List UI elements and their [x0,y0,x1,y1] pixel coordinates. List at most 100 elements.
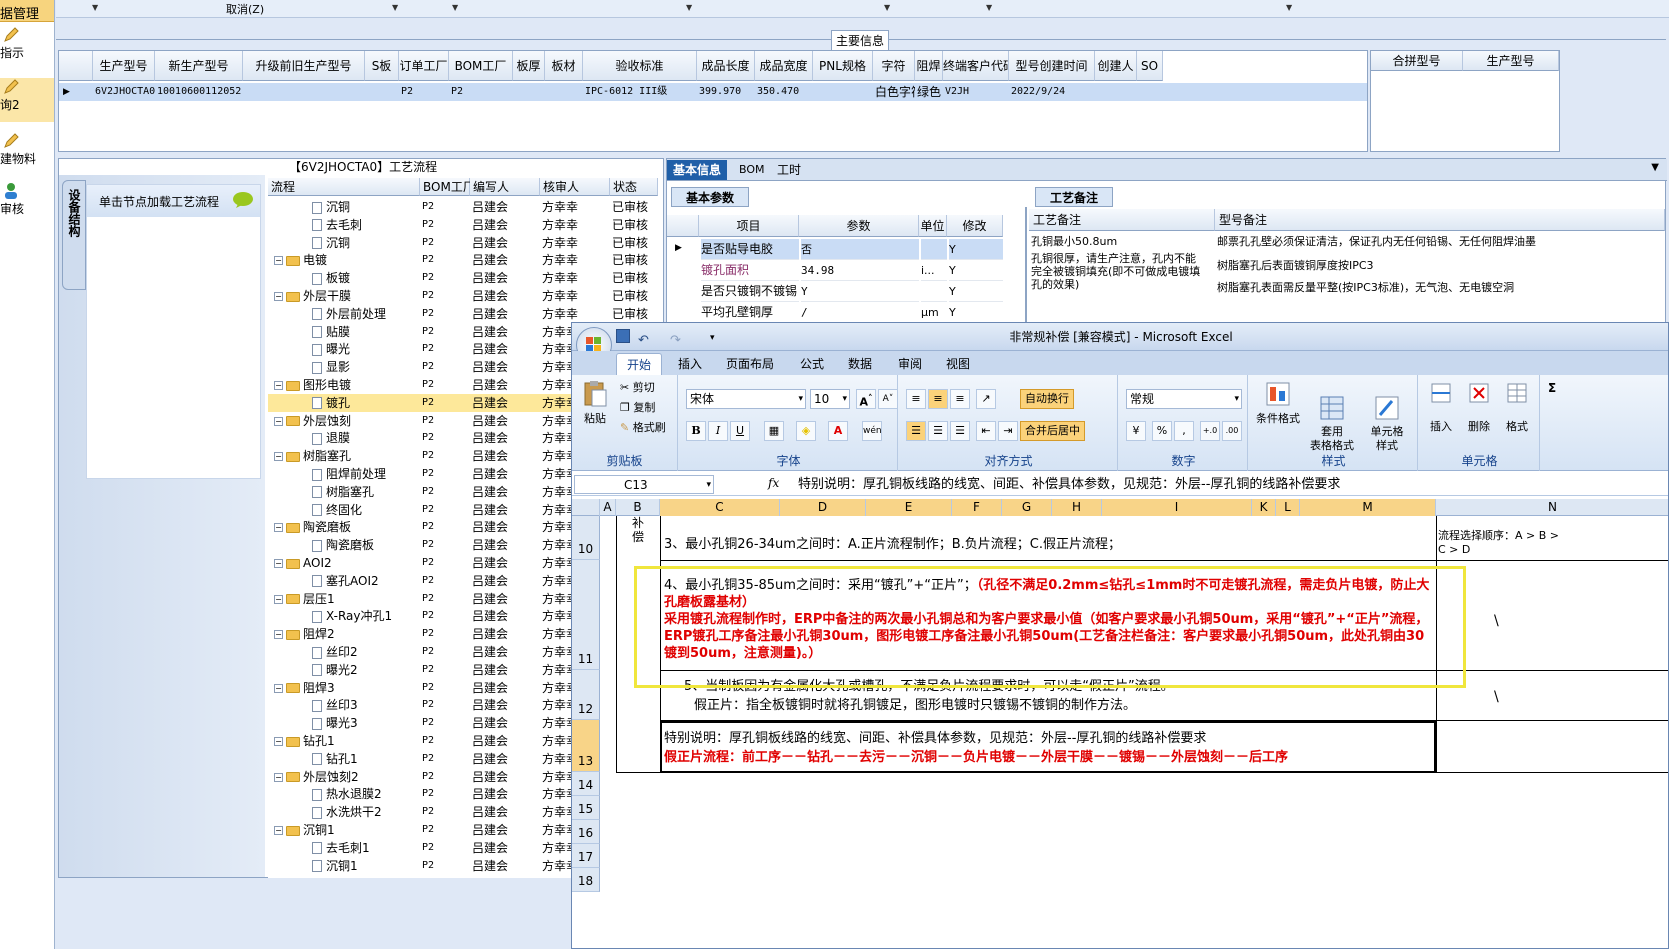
grid-col-header[interactable]: 生产型号 [93,51,155,81]
grid-col-header[interactable]: 型号创建时间 [1009,51,1095,81]
decrease-decimal-icon[interactable]: .00 [1222,421,1242,441]
nav-item-instruction[interactable]: 指示 [0,26,54,61]
collapse-icon[interactable]: − [274,772,283,782]
tree-row[interactable]: − 外层干膜 P2 吕建会 方幸幸 已审核 [268,287,658,305]
nav-item-query[interactable]: 询2 [0,78,54,122]
param-item[interactable]: 是否贴导电胶 [701,239,799,260]
row-header[interactable]: 11 [572,560,600,670]
phonetic-icon[interactable]: wén [862,421,882,441]
collapse-icon[interactable]: − [274,416,283,426]
dropdown-arrow-icon[interactable]: ▼ [452,3,458,12]
grid-col-header[interactable]: 板厚 [513,51,545,81]
col-writer[interactable]: 编写人 [470,178,540,196]
cell-row10[interactable]: 3、最小孔铜26-34um之间时：A.正片流程制作；B.负片流程；C.假正片流程… [664,533,1434,552]
tab-home[interactable]: 开始 [616,353,663,375]
column-header[interactable]: A [600,499,616,516]
dropdown-arrow-icon[interactable]: ▼ [92,3,98,12]
grid-cell[interactable] [245,83,365,101]
tree-row[interactable]: 沉铜 P2 吕建会 方幸幸 已审核 [268,198,658,216]
tab-work-hours[interactable]: 工时 [771,160,807,180]
nav-header[interactable]: 据管理 [0,0,54,22]
col-bom-factory[interactable]: BOM工厂 [420,178,475,196]
column-header[interactable]: E [866,499,952,516]
grid-col-header[interactable]: 字符 [873,51,915,81]
conditional-format-button[interactable]: 条件格式 [1254,381,1302,426]
border-icon[interactable]: ▦ [764,421,784,441]
cell-row13[interactable]: 特别说明：厚孔铜板线路的线宽、间距、补偿具体参数，见规范：外层--厚孔铜的线路补… [664,729,1434,767]
tree-row[interactable]: 去毛刺 P2 吕建会 方幸幸 已审核 [268,216,658,234]
column-header[interactable]: I [1102,499,1252,516]
param-modify[interactable]: Y [949,260,1003,281]
column-header[interactable]: C [660,499,780,516]
row-header[interactable]: 12 [572,670,600,720]
function-icon[interactable]: fx [768,476,779,490]
insert-cells-button[interactable]: 插入 [1424,381,1458,434]
percent-icon[interactable]: % [1152,421,1172,441]
grid-col-header[interactable]: 板材 [545,51,583,81]
param-value[interactable]: / [801,302,919,323]
increase-decimal-icon[interactable]: +.0 [1200,421,1220,441]
param-value[interactable]: 否 [801,239,919,260]
tab-view[interactable]: 视图 [936,353,980,375]
grid-col-header[interactable]: SO [1137,51,1163,81]
delete-cells-button[interactable]: 删除 [1462,381,1496,434]
orientation-icon[interactable]: ↗ [976,389,996,409]
load-flow-box[interactable]: 单击节点加载工艺流程 [86,184,261,479]
grid-col-header[interactable]: 创建人 [1095,51,1137,81]
cancel-button[interactable]: 取消(Z) [226,1,264,17]
chevron-down-icon[interactable]: ▼ [1651,162,1659,173]
align-left-icon[interactable]: ☰ [906,421,926,441]
italic-button[interactable]: I [708,421,728,441]
column-header[interactable]: B [616,499,660,516]
merge-model-grid[interactable]: 合拼型号 生产型号 [1370,50,1560,152]
column-header[interactable]: K [1252,499,1276,516]
underline-button[interactable]: U [730,421,750,441]
merge-center-button[interactable]: 合并后居中 [1020,421,1085,441]
collapse-icon[interactable]: − [274,452,283,462]
grid-col-header[interactable]: 终端客户代码 [943,51,1009,81]
main-info-grid[interactable]: 生产型号 新生产型号 升级前旧生产型号 S板 订单工厂 BOM工厂 板厚 板材 验收标准 成品长度… [58,50,1368,152]
grid-cell[interactable] [815,83,873,101]
process-notes-text[interactable]: 孔铜最小50.8um 孔铜很厚，请生产注意，孔内不能完全被镀铜填充(即不可做成电… [1031,235,1201,291]
param-modify[interactable]: Y [949,239,1003,260]
dropdown-arrow-icon[interactable]: ▼ [392,3,398,12]
grid-col-header[interactable]: 订单工厂 [399,51,449,81]
grid-cell[interactable] [1139,83,1163,101]
grid-cell[interactable]: 6V2JHOCTA0 [95,83,155,101]
tab-review[interactable]: 审阅 [888,353,932,375]
wrap-text-button[interactable]: 自动换行 [1020,389,1074,409]
grid-col-header[interactable]: 成品长度 [697,51,755,81]
param-item[interactable]: 平均孔壁铜厚 [701,302,799,323]
param-modify[interactable]: Y [949,302,1003,323]
grid-col-header[interactable]: 验收标准 [583,51,697,81]
grid-cell[interactable]: IPC-6012 III级 [585,83,697,101]
collapse-icon[interactable]: − [274,683,283,693]
grid-col-header[interactable]: BOM工厂 [449,51,513,81]
cell-n10[interactable]: 流程选择顺序：A > B > C > D [1438,529,1568,557]
grid-cell[interactable] [367,83,399,101]
currency-icon[interactable]: ¥ [1126,421,1146,441]
grid-col-header[interactable]: 成品宽度 [755,51,813,81]
grid-col-header[interactable]: 升级前旧生产型号 [243,51,365,81]
grid-cell[interactable] [1097,83,1137,101]
tab-formulas[interactable]: 公式 [790,353,834,375]
param-unit[interactable]: i... [921,260,947,281]
dropdown-arrow-icon[interactable]: ▼ [986,3,992,12]
row-header[interactable]: 10 [572,516,600,560]
collapse-icon[interactable]: − [274,826,283,835]
dropdown-arrow-icon[interactable]: ▼ [1286,3,1292,12]
align-center-icon[interactable]: ☰ [928,421,948,441]
grid-cell[interactable]: 绿色 [917,83,943,101]
font-name-select[interactable]: 宋体 ▾ [686,389,806,409]
format-painter-button[interactable]: ✎ 格式刷 [620,419,666,435]
formula-input[interactable]: 特别说明：厚孔铜板线路的线宽、间距、补偿具体参数，见规范：外层--厚孔铜的线路补… [798,475,1668,494]
grid-cell[interactable]: P2 [401,83,449,101]
grid-cell[interactable] [547,83,583,101]
grid-cell[interactable]: 白色字符 [875,83,915,101]
collapse-icon[interactable]: − [274,292,283,301]
collapse-icon[interactable]: − [274,630,283,640]
row-header[interactable]: 14 [572,772,600,796]
column-header[interactable]: N [1436,499,1668,516]
tab-equipment-structure[interactable]: 设备结构 [62,180,86,290]
grid-col-header[interactable]: S板 [365,51,399,81]
